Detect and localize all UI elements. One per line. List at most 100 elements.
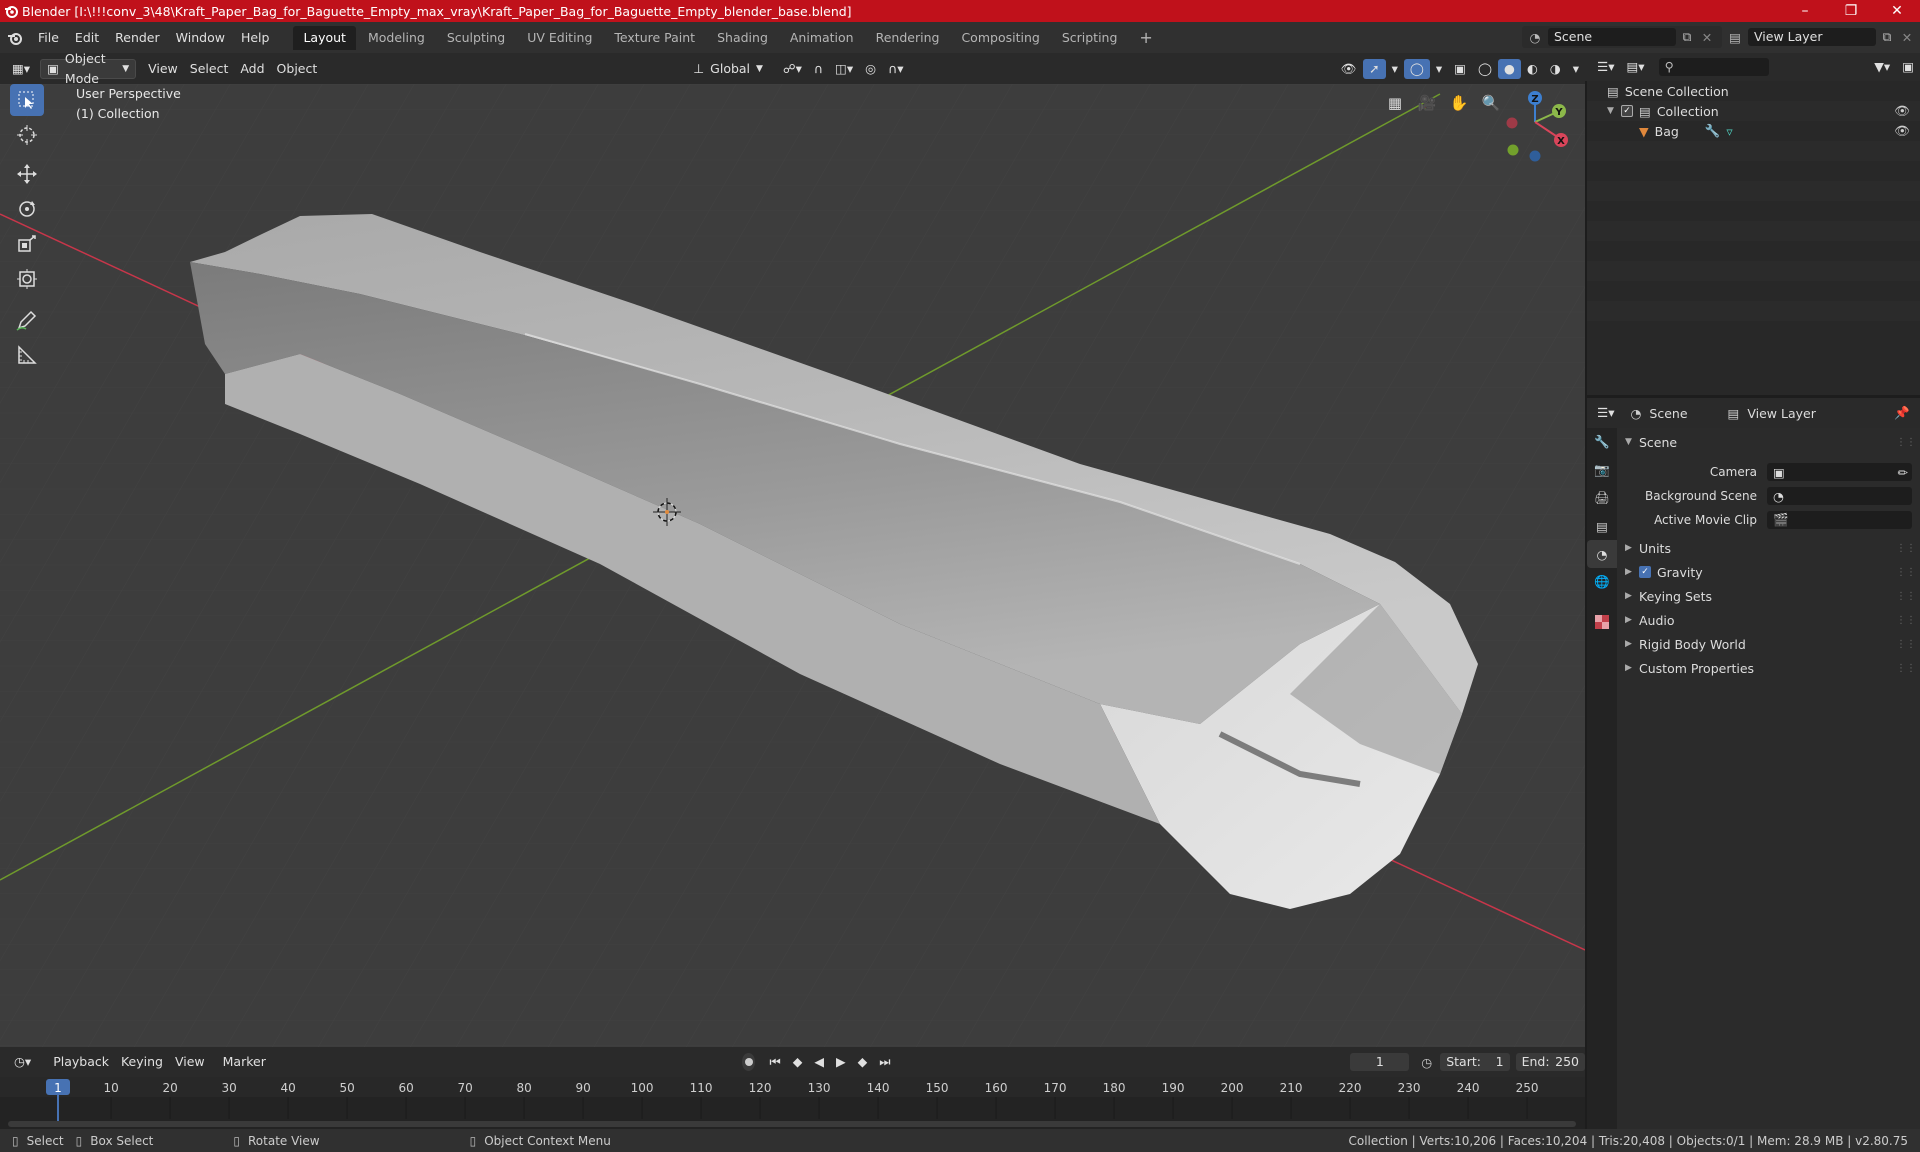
jump-start-icon[interactable]: ⏮ [763, 1052, 786, 1072]
gravity-panel[interactable]: ▶ ✓ Gravity ⋮⋮ [1617, 560, 1920, 584]
world-tab-icon[interactable]: 🌐 [1587, 568, 1617, 596]
breadcrumb-view-layer[interactable]: View Layer [1747, 406, 1816, 421]
timeline-view-menu[interactable]: View [169, 1052, 211, 1072]
timeline-ruler[interactable]: 1 10 20 30 40 50 60 70 80 90 100 110 120 130 140 150 160… [0, 1077, 1585, 1129]
remove-view-layer-icon[interactable]: ✕ [1898, 30, 1916, 45]
drag-handle-icon[interactable]: ⋮⋮ [1896, 437, 1916, 448]
stopwatch-icon[interactable]: ◷ [1421, 1055, 1432, 1070]
timeline[interactable]: 1 10 20 30 40 50 60 70 80 90 100 110 120 130 140 150 160… [0, 1077, 1585, 1129]
overlay-dropdown-icon[interactable]: ▾ [1430, 59, 1448, 79]
texture-tab-icon[interactable] [1587, 608, 1617, 636]
display-mode-icon[interactable]: ▤▾ [1620, 57, 1650, 77]
custom-properties-panel[interactable]: ▶ Custom Properties ⋮⋮ [1617, 656, 1920, 680]
blender-menu-icon[interactable] [0, 30, 30, 46]
outliner-search-input[interactable]: ⚲ [1658, 58, 1769, 76]
prev-keyframe-icon[interactable]: ◆ [787, 1052, 809, 1072]
view-layer-selector[interactable]: ▤ View Layer ⧉ ✕ [1722, 26, 1920, 48]
add-workspace-icon[interactable]: + [1129, 26, 1162, 50]
editor-type-icon[interactable]: ▦▾ [6, 59, 36, 79]
drag-handle-icon[interactable]: ⋮⋮ [1896, 615, 1916, 626]
gravity-checkbox[interactable]: ✓ [1639, 566, 1651, 578]
eyedropper-icon[interactable]: ✏ [1898, 465, 1908, 480]
overlay-toggle-icon[interactable]: ◯ [1403, 58, 1430, 79]
pin-icon[interactable]: 📌 [1894, 405, 1910, 421]
new-view-layer-icon[interactable]: ⧉ [1876, 29, 1898, 45]
properties-editor-type-icon[interactable]: ☰▾ [1591, 403, 1620, 423]
pivot-icon[interactable]: ☍▾ [777, 59, 808, 79]
background-scene-field[interactable]: ◔ [1767, 487, 1912, 505]
tab-layout[interactable]: Layout [293, 25, 356, 50]
drag-handle-icon[interactable]: ⋮⋮ [1896, 543, 1916, 554]
tab-modeling[interactable]: Modeling [358, 26, 435, 50]
view-layer-tab-button[interactable]: ▤ [1587, 512, 1617, 540]
scene-selector[interactable]: ◔ Scene ⧉ ✕ [1522, 26, 1722, 48]
solid-shading-icon[interactable]: ● [1497, 58, 1521, 79]
jump-end-icon[interactable]: ⏭ [873, 1052, 896, 1072]
menu-file[interactable]: File [30, 27, 67, 49]
outliner-scene-collection[interactable]: ▤ Scene Collection [1587, 81, 1920, 101]
toggle-perspective-icon[interactable]: ▦ [1382, 90, 1408, 116]
close-button[interactable]: ✕ [1874, 0, 1920, 22]
playback-menu[interactable]: Playback ▼ [47, 1052, 115, 1089]
outliner-editor-type-icon[interactable]: ☰▾ [1591, 57, 1620, 77]
rendered-shading-icon[interactable]: ◑ [1544, 59, 1567, 79]
new-scene-icon[interactable]: ⧉ [1676, 29, 1698, 45]
orientation-dropdown[interactable]: ⊥ Global ▼ [687, 59, 769, 79]
zoom-view-icon[interactable]: 🔍 [1478, 90, 1504, 116]
measure-tool[interactable] [10, 339, 44, 371]
drag-handle-icon[interactable]: ⋮⋮ [1896, 591, 1916, 602]
menu-render[interactable]: Render [107, 27, 168, 49]
pan-view-hand-icon[interactable]: ✋ [1446, 90, 1472, 116]
modifier-wrench-icon[interactable]: 🔧 [1705, 123, 1721, 139]
menu-window[interactable]: Window [168, 27, 233, 49]
tool-tab-icon[interactable]: 🔧 [1587, 428, 1617, 456]
end-frame-field[interactable]: End: 250 [1515, 1053, 1585, 1071]
output-tab-icon[interactable]: 🖨 [1587, 484, 1617, 512]
breadcrumb-scene[interactable]: Scene [1649, 406, 1687, 421]
start-frame-field[interactable]: Start: 1 [1440, 1053, 1510, 1071]
cursor-tool[interactable] [10, 119, 44, 151]
menu-help[interactable]: Help [233, 27, 278, 49]
current-frame-field[interactable]: 1 [1350, 1053, 1410, 1071]
tab-shading[interactable]: Shading [707, 26, 778, 50]
rotate-tool[interactable] [10, 193, 44, 225]
snap-target-icon[interactable]: ◫▾ [829, 59, 859, 79]
keying-sets-panel[interactable]: ▶ Keying Sets ⋮⋮ [1617, 584, 1920, 608]
play-icon[interactable]: ▶ [830, 1052, 852, 1072]
tab-rendering[interactable]: Rendering [866, 26, 950, 50]
tab-uv-editing[interactable]: UV Editing [517, 26, 602, 50]
expand-triangle-icon[interactable]: ▼ [1607, 106, 1621, 116]
tab-texture-paint[interactable]: Texture Paint [604, 26, 705, 50]
maximize-button[interactable]: ❐ [1828, 0, 1874, 22]
outliner-object-bag[interactable]: ▼ Bag 🔧 ▿ 👁 [1587, 121, 1920, 141]
play-reverse-icon[interactable]: ◀ [808, 1052, 830, 1072]
3d-viewport[interactable]: Z Y X User Perspective (1) Collection ▦ … [0, 84, 1585, 1047]
material-shading-icon[interactable]: ◐ [1521, 59, 1544, 79]
visibility-icon[interactable]: 👁▾ [1335, 59, 1364, 96]
gizmo-dropdown-icon[interactable]: ▾ [1386, 59, 1404, 79]
marker-menu[interactable]: Marker [217, 1052, 272, 1072]
eye-icon[interactable]: 👁 [1894, 103, 1910, 119]
menu-view[interactable]: View [142, 59, 184, 79]
annotate-tool[interactable] [10, 304, 44, 336]
tab-animation[interactable]: Animation [780, 26, 864, 50]
menu-select[interactable]: Select [184, 59, 235, 79]
mode-dropdown[interactable]: ▣ Object Mode ▼ [40, 51, 137, 86]
transform-tool[interactable] [10, 263, 44, 295]
xray-icon[interactable]: ▣ [1448, 59, 1472, 79]
scene-name-field[interactable]: Scene [1548, 28, 1676, 46]
eye-icon[interactable]: 👁 [1894, 123, 1910, 139]
move-tool[interactable] [10, 158, 44, 190]
audio-panel[interactable]: ▶ Audio ⋮⋮ [1617, 608, 1920, 632]
scale-tool[interactable] [10, 228, 44, 260]
gizmo-neg-y-axis[interactable] [1507, 144, 1519, 156]
tab-sculpting[interactable]: Sculpting [437, 26, 515, 50]
camera-field[interactable]: ▣ ✏ [1767, 463, 1912, 481]
active-movie-clip-field[interactable]: 🎬 [1767, 511, 1912, 529]
scene-tab-button[interactable]: ◔ [1587, 540, 1617, 568]
rigid-body-world-panel[interactable]: ▶ Rigid Body World ⋮⋮ [1617, 632, 1920, 656]
timeline-editor-type-icon[interactable]: ◷▾ [8, 1052, 37, 1072]
scene-panel-header[interactable]: ▼ Scene ⋮⋮ [1617, 430, 1920, 454]
minimize-button[interactable]: – [1782, 0, 1828, 22]
outliner-collection[interactable]: ▼ ✓ ▤ Collection 👁 [1587, 101, 1920, 121]
